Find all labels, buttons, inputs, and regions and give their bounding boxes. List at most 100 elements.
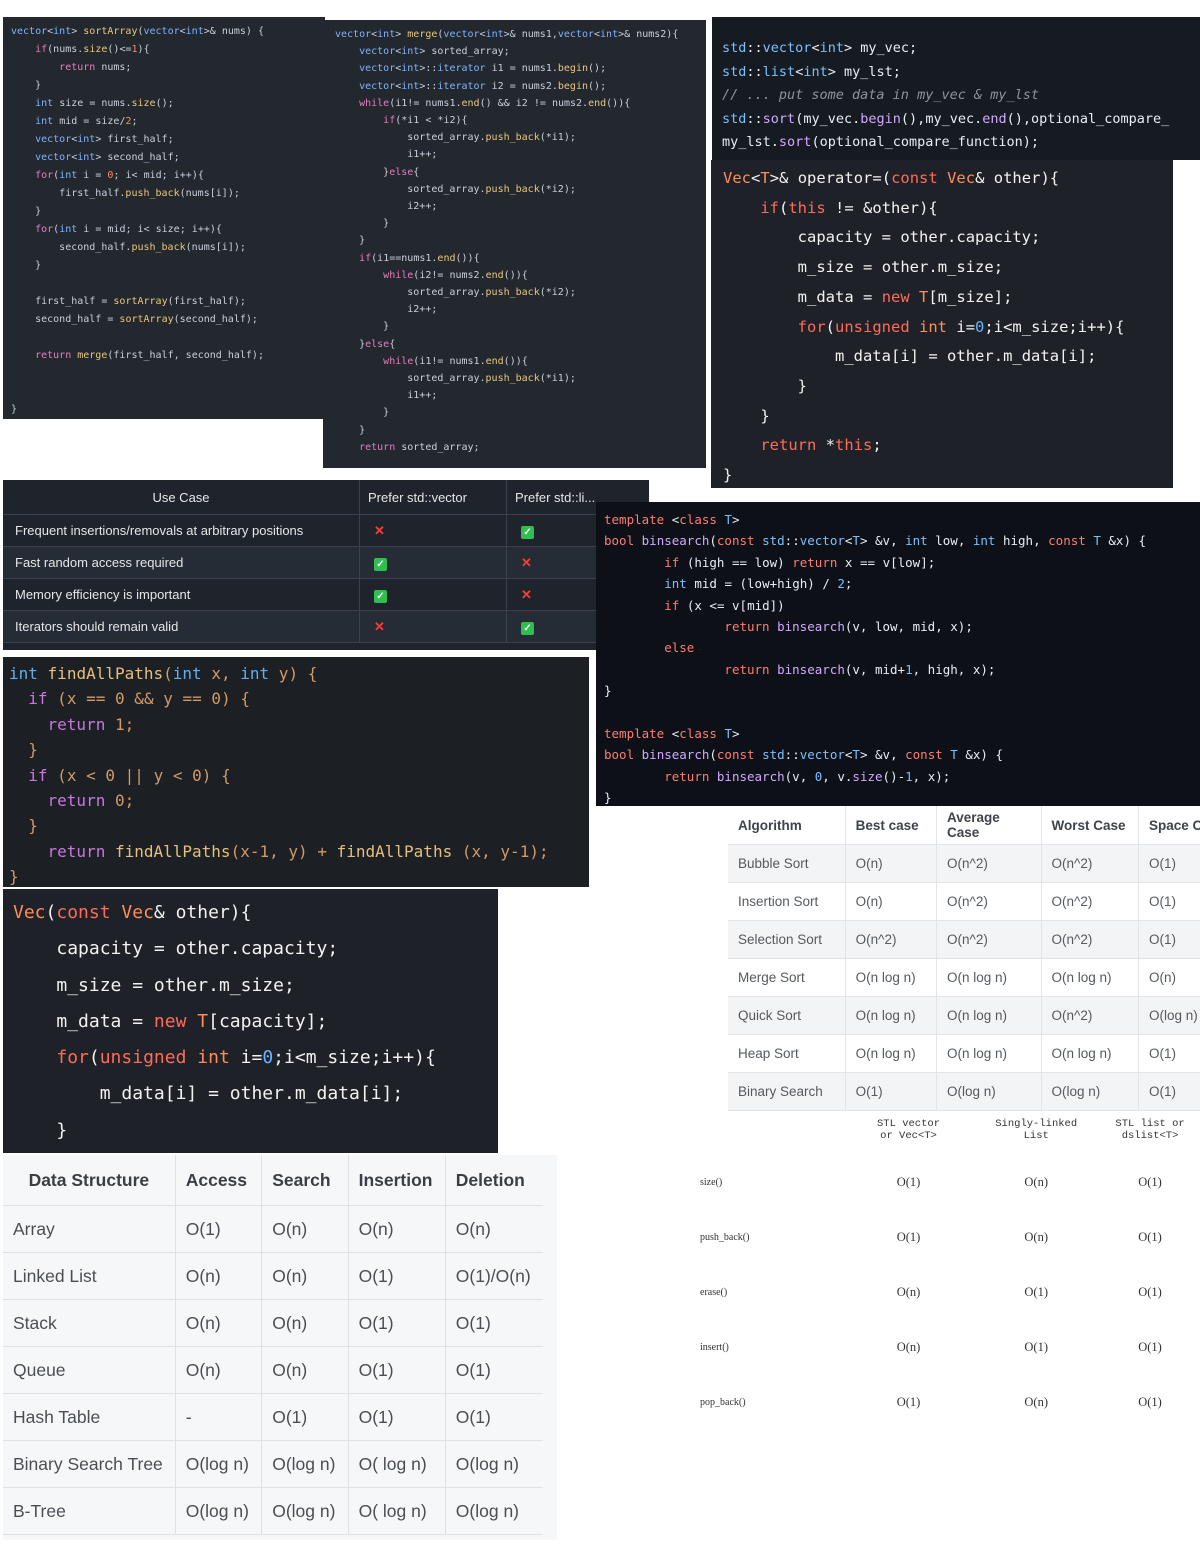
column-header: Average Case: [936, 806, 1042, 845]
code-line: vector<int> merge(vector<int>& nums1,vec…: [335, 29, 679, 40]
code-line: }: [604, 683, 612, 699]
check-icon: ✓: [521, 621, 534, 635]
algorithm-complexity-table-panel: Algorithm Best case Average Case Worst Case…: [728, 806, 1200, 1112]
complexity-cell: O(n): [844, 844, 937, 883]
code-line: while(i2!= nums2.end()){: [383, 269, 528, 281]
complexity-cell: O(1): [1137, 1034, 1200, 1073]
table-row: Binary Search O(1) O(log n) O(log n) O(1): [728, 1072, 1200, 1111]
code-line: template <class T>: [604, 512, 740, 527]
table-row: Quick Sort O(n log n) O(n log n) O(n^2) O(lo…: [728, 996, 1200, 1035]
check-icon: ✓: [374, 557, 387, 571]
code-line: sorted_array.push_back(*i1);: [407, 373, 576, 385]
code-line: sorted_array.push_back(*i2);: [407, 183, 576, 195]
complexity-cell: O(n^2): [1040, 882, 1139, 921]
code-line: return nums;: [59, 62, 132, 73]
data-structure-complexity-table-panel: Data Structure Access Search Insertion Delet…: [3, 1155, 557, 1540]
complexity-cell: O(1): [1138, 1175, 1162, 1189]
code-line: sorted_array.push_back(*i2);: [407, 287, 576, 299]
code-line: while(i1!= nums1.end() && i2 != nums2.en…: [359, 97, 631, 109]
table-row: push_back() O(1) O(n) O(1): [690, 1210, 1200, 1265]
data-structure-name-cell: Stack: [3, 1299, 176, 1347]
column-header: STL list or dslist<T>: [1115, 1118, 1185, 1142]
complexity-cell: O(log n): [444, 1487, 543, 1535]
code-line: }: [11, 404, 18, 415]
table-row: Insertion Sort O(n) O(n^2) O(n^2) O(1): [728, 882, 1200, 921]
table-header-row: Use Case Prefer std::vector Prefer std::li…: [3, 480, 649, 515]
column-header: Algorithm: [728, 806, 846, 845]
cross-icon: ✕: [521, 554, 532, 570]
complexity-cell: O(1): [896, 1230, 921, 1244]
complexity-cell: O(n log n): [844, 996, 937, 1035]
code-line: second_half.push_back(nums[i]);: [59, 242, 246, 253]
code-line: bool binsearch(const std::vector<T> &v, …: [604, 747, 1004, 763]
std-sort-code-panel: std::vector<int> my_vec; std::list<int> m…: [712, 17, 1200, 160]
use-case-cell: Frequent insertions/removals at arbitrar…: [3, 514, 360, 547]
complexity-cell: O(n log n): [936, 958, 1042, 997]
complexity-cell: O(n): [844, 882, 937, 921]
complexity-cell: O(log n): [1040, 1072, 1139, 1111]
table-row: Fast random access required ✓ ✕: [3, 546, 649, 579]
code-line: }: [35, 260, 42, 271]
copy-constructor-code-panel: Vec(const Vec& other){ capacity = other.…: [3, 889, 498, 1153]
code-line: }: [383, 407, 390, 419]
code-line: Vec<T>& operator=(const Vec& other){: [723, 169, 1060, 187]
table-row: Queue O(n) O(n) O(1) O(1): [3, 1346, 543, 1394]
complexity-cell: O(1): [1138, 1285, 1162, 1299]
code-line: first_half.push_back(nums[i]);: [59, 188, 240, 199]
column-header: Insertion: [347, 1155, 446, 1206]
container-operations-table-panel: STL vector or Vec<T> Singly-linked List ST…: [690, 1112, 1200, 1412]
complexity-cell: O(log n): [936, 1072, 1042, 1111]
table-header-row: Data Structure Access Search Insertion Delet…: [3, 1155, 543, 1206]
code-line: // ... put some data in my_vec & my_lst: [722, 87, 1039, 103]
algorithm-name-cell: Insertion Sort: [728, 882, 846, 921]
complexity-cell: O(n^2): [1040, 920, 1139, 959]
complexity-cell: O(1): [1024, 1340, 1049, 1354]
table-row: Stack O(n) O(n) O(1) O(1): [3, 1299, 543, 1347]
binsearch-code-panel: template <class T> bool binsearch(const s…: [596, 502, 1200, 806]
table-row: Frequent insertions/removals at arbitrar…: [3, 514, 649, 547]
operation-name-cell: size(): [700, 1177, 723, 1188]
table-row: pop_back() O(1) O(n) O(1): [690, 1375, 1200, 1412]
column-header: Data Structure: [3, 1155, 176, 1206]
complexity-cell: O(log n): [1137, 996, 1200, 1035]
algorithm-name-cell: Bubble Sort: [728, 844, 846, 883]
data-structure-name-cell: Array: [3, 1205, 176, 1253]
complexity-cell: O(1): [844, 1072, 937, 1111]
code-line: m_data = new T[capacity];: [56, 1010, 328, 1032]
merge-sort-code-panel: vector<int> sortArray(vector<int>& nums)…: [3, 17, 325, 419]
complexity-cell: O(n): [261, 1299, 349, 1347]
complexity-cell: O(1): [444, 1299, 543, 1347]
code-line: return merge(first_half, second_half);: [35, 350, 264, 361]
code-line: }: [56, 1119, 68, 1141]
operation-name-cell: pop_back(): [700, 1397, 746, 1408]
table-row: Memory efficiency is important ✓ ✕: [3, 578, 649, 611]
code-line: int mid = size/2;: [35, 116, 138, 127]
complexity-cell: O(n): [261, 1346, 349, 1394]
complexity-cell: O(n^2): [936, 844, 1042, 883]
code-line: i1++;: [407, 390, 438, 402]
vector-vs-list-table-panel: Use Case Prefer std::vector Prefer std::li…: [3, 480, 649, 650]
complexity-cell: O(n): [261, 1252, 349, 1300]
vector-preference-cell: ✕: [359, 514, 507, 547]
data-structure-complexity-table: Data Structure Access Search Insertion Delet…: [3, 1155, 543, 1535]
complexity-cell: O(log n): [261, 1487, 349, 1535]
algorithm-name-cell: Selection Sort: [728, 920, 846, 959]
code-line: m_size = other.m_size;: [797, 258, 1004, 277]
code-line: return binsearch(v, low, mid, x);: [724, 619, 973, 635]
complexity-cell: O(n^2): [1040, 996, 1139, 1035]
code-line: m_size = other.m_size;: [56, 974, 295, 996]
code-line: }: [9, 867, 19, 887]
operation-name-cell: erase(): [700, 1287, 728, 1298]
code-line: i2++;: [407, 304, 438, 316]
code-line: return *this;: [760, 436, 882, 455]
code-line: else: [664, 640, 695, 656]
complexity-cell: O(n^2): [936, 920, 1042, 959]
complexity-cell: O(1): [174, 1205, 262, 1253]
table-row: B-Tree O(log n) O(log n) O( log n) O(log n): [3, 1487, 543, 1535]
complexity-cell: O(n): [896, 1285, 921, 1299]
code-line: first_half = sortArray(first_half);: [35, 296, 246, 307]
column-header: Use Case: [3, 480, 360, 515]
complexity-cell: O(1): [1137, 1072, 1200, 1111]
use-case-cell: Iterators should remain valid: [3, 610, 360, 643]
